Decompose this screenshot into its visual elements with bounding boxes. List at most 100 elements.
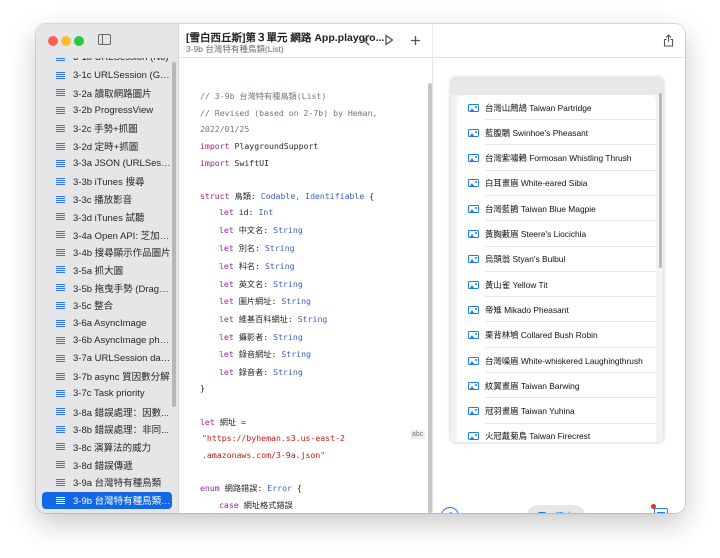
sidebar-item[interactable]: 3-3b iTunes 搜尋 xyxy=(42,173,172,190)
list-item[interactable]: 白耳畫眉 White-eared Sibia xyxy=(457,171,656,196)
sidebar-item-label: 3-5c 整合 xyxy=(73,301,114,313)
bird-name: 台灣山鷓鴣 Taiwan Partridge xyxy=(485,102,592,113)
page-icon xyxy=(56,248,65,257)
console-icon[interactable] xyxy=(654,508,668,513)
sidebar-item[interactable]: 3-7c Task priority xyxy=(42,385,172,402)
stop-icon xyxy=(538,511,547,513)
sidebar-toggle-icon[interactable] xyxy=(98,34,111,45)
field-name: 維基百科網址: xyxy=(238,314,293,324)
sidebar-item-label: 3-4a Open API: 芝加哥... xyxy=(73,230,172,242)
page-icon xyxy=(56,177,65,186)
code-brace-line: } xyxy=(200,383,205,393)
sidebar-item-label: 3-2a 讀取網路圖片 xyxy=(73,88,152,100)
page-icon xyxy=(56,425,65,434)
plus-icon xyxy=(410,35,420,45)
code-enum-line: enum 網路錯誤: Error { xyxy=(200,482,302,494)
sidebar-scrollbar[interactable] xyxy=(172,62,176,407)
photo-icon xyxy=(468,305,479,314)
bird-list[interactable]: 台灣山鷓鴣 Taiwan Partridge 藍腹鷴 Swinhoe's Phea… xyxy=(457,95,656,442)
sidebar-item[interactable]: 3-4b 搜尋顯示作品圖片 xyxy=(42,244,172,261)
sidebar-item[interactable]: 3-4a Open API: 芝加哥... xyxy=(42,226,172,243)
list-item[interactable]: 栗背林鴝 Collared Bush Robin xyxy=(457,323,656,348)
sidebar-item[interactable]: 3-6b AsyncImage phase xyxy=(42,332,172,349)
sidebar-item[interactable]: 3-7b async 質因數分解 xyxy=(42,368,172,385)
sidebar-item-label: 3-5a 抓大圖 xyxy=(73,265,124,277)
list-item[interactable]: 藍腹鷴 Swinhoe's Pheasant xyxy=(457,120,656,146)
list-item[interactable]: 台灣噪眉 White-whiskered Laughingthrush xyxy=(457,348,656,373)
field-name: 科名: xyxy=(238,261,261,271)
code-comment-line: // Revised (based on 2-7b) by Heman, xyxy=(200,108,378,118)
keyword: let xyxy=(219,243,234,253)
code-field-line: let 維基百科網址: String xyxy=(219,313,327,325)
list-item[interactable]: 烏頭翁 Styan's Bulbul xyxy=(457,247,656,272)
bird-name: 冠羽畫眉 Taiwan Yuhina xyxy=(485,406,575,417)
sidebar-item[interactable]: 3-8b 錯誤處理：非同... xyxy=(42,421,172,438)
list-item[interactable]: 黃胸藪眉 Steere's Liocichla xyxy=(457,222,656,247)
share-button[interactable] xyxy=(659,32,677,48)
list-item[interactable]: 黃山雀 Yellow Tit xyxy=(457,272,656,298)
sidebar-item[interactable]: 3-2c 手勢+抓圖 xyxy=(42,120,172,137)
sidebar-item[interactable]: 3-7a URLSession data() xyxy=(42,350,172,367)
sidebar-item[interactable]: 3-2d 定時+抓圖 xyxy=(42,138,172,155)
list-item[interactable]: 火冠戴菊鳥 Taiwan Firecrest xyxy=(457,424,656,442)
sidebar-item-label: 3-6a AsyncImage xyxy=(73,317,147,329)
code-import-line: import PlaygroundSupport xyxy=(200,141,318,151)
list-item[interactable]: 紋翼畫眉 Taiwan Barwing xyxy=(457,373,656,399)
list-item[interactable]: 台灣紫嘯鶇 Formosan Whistling Thrush xyxy=(457,146,656,171)
bird-name: 火冠戴菊鳥 Taiwan Firecrest xyxy=(485,431,591,442)
sidebar-item[interactable]: 3-5a 抓大圖 xyxy=(42,261,172,278)
spelling-badge: abc xyxy=(410,430,426,439)
list-item[interactable]: 台灣山鷓鴣 Taiwan Partridge xyxy=(457,95,656,120)
bird-name: 藍腹鷴 Swinhoe's Pheasant xyxy=(485,127,589,138)
sidebar-item[interactable]: 3-5c 整合 xyxy=(42,297,172,314)
console-alert-dot xyxy=(651,504,656,509)
sidebar-item[interactable]: 3-6a AsyncImage xyxy=(42,315,172,332)
sidebar-item[interactable]: 3-3c 播放影音 xyxy=(42,191,172,208)
bird-name: 黃胸藪眉 Steere's Liocichla xyxy=(485,229,587,239)
sidebar-item[interactable]: 3-2a 讀取網路圖片 xyxy=(42,84,172,101)
live-view-device: 台灣山鷓鴣 Taiwan Partridge 藍腹鷴 Swinhoe's Phea… xyxy=(451,78,663,442)
minimize-window-button[interactable] xyxy=(61,36,71,46)
sidebar-item[interactable]: 3-8a 錯誤處理：因數... xyxy=(42,403,172,420)
sidebar-item-label: 3-2d 定時+抓圖 xyxy=(73,142,139,153)
stop-button[interactable]: 停止 xyxy=(527,505,585,513)
code-field-line: let 錄音網址: String xyxy=(219,348,311,360)
list-item[interactable]: 冠羽畫眉 Taiwan Yuhina xyxy=(457,399,656,424)
play-icon xyxy=(385,34,394,46)
previous-page-button[interactable] xyxy=(357,32,375,48)
bird-name: 台灣噪眉 White-whiskered Laughingthrush xyxy=(485,355,643,366)
field-type: String xyxy=(264,261,295,271)
page-icon xyxy=(56,442,65,451)
protocol: Identifiable xyxy=(305,191,365,201)
list-item[interactable]: 帝雉 Mikado Pheasant xyxy=(457,297,656,323)
sidebar-item[interactable]: 3-5b 拖曳手勢 (DragGe... xyxy=(42,279,172,296)
list-item[interactable]: 台灣藍鵲 Taiwan Blue Magpie xyxy=(457,196,656,222)
sidebar-item-label: 3-6b AsyncImage phase xyxy=(73,335,172,347)
sidebar-item-label: 3-2c 手勢+抓圖 xyxy=(73,124,138,136)
page-icon xyxy=(56,407,65,416)
sidebar-item[interactable]: 3-9a 台灣特有種鳥類 xyxy=(42,474,172,491)
sidebar-item[interactable]: 3-1c URLSession (Good) xyxy=(42,67,172,84)
keyword: let xyxy=(219,225,234,235)
speedometer-icon[interactable] xyxy=(441,507,459,513)
stop-label: 停止 xyxy=(554,509,573,514)
code-editor[interactable]: // 3-9b 台灣特有種鳥類(List) // Revised (based … xyxy=(179,58,432,513)
run-button[interactable] xyxy=(380,32,398,48)
module-name: SwiftUI xyxy=(234,158,270,168)
field-type: String xyxy=(273,279,303,289)
sidebar-item[interactable]: 3-8d 錯誤傳遞 xyxy=(42,456,172,473)
close-window-button[interactable] xyxy=(48,36,58,46)
sidebar-item[interactable]: 3-8c 演算法的威力 xyxy=(42,438,172,455)
sidebar-item[interactable]: 3-9b 台灣特有種鳥類(... xyxy=(42,491,172,509)
device-top-bar xyxy=(451,78,663,95)
sidebar-item[interactable]: 3-1b URLSession (No) xyxy=(42,58,172,66)
code-import-line: import SwiftUI xyxy=(200,158,269,168)
sidebar-item[interactable]: 3-3a JSON (URLSessio... xyxy=(42,155,172,172)
add-button[interactable] xyxy=(406,32,424,48)
sidebar-item[interactable]: 3-3d iTunes 試聽 xyxy=(42,208,172,225)
zoom-window-button[interactable] xyxy=(74,36,84,46)
live-view-scrollbar[interactable] xyxy=(659,93,662,268)
sidebar-item-label: 3-8b 錯誤處理：非同... xyxy=(73,425,170,437)
sidebar-item[interactable]: 3-2b ProgressView xyxy=(42,102,172,119)
case-name: 網址格式錯誤 xyxy=(243,500,293,510)
